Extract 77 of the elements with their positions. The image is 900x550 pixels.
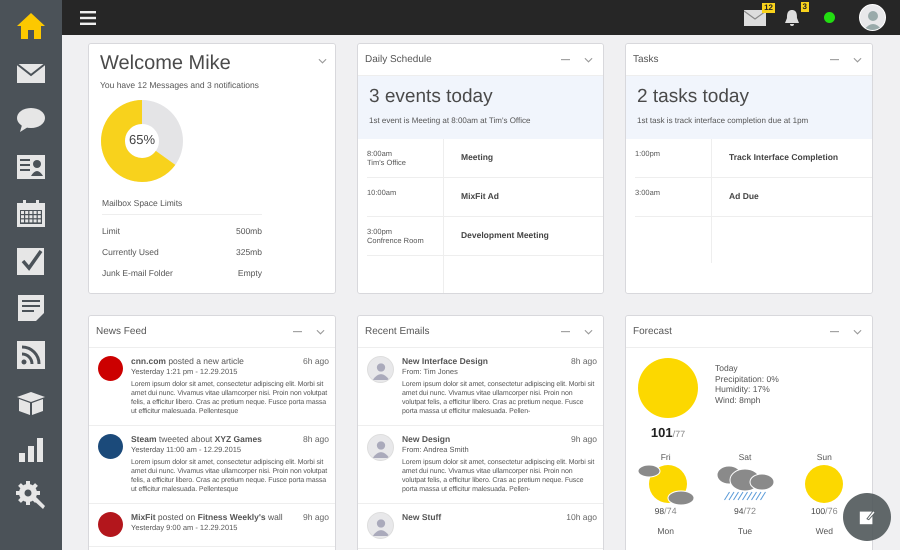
message-count-badge: 12: [762, 2, 775, 12]
rss-nav-item[interactable]: [14, 338, 48, 372]
day-label: Mon: [657, 526, 674, 536]
chevron-down-icon[interactable]: [316, 328, 325, 334]
event-title: Ad Due: [728, 190, 759, 203]
event-title: Track Interface Completion: [728, 151, 838, 164]
summary-headline: 3 events today: [369, 86, 494, 108]
welcome-subtitle: You have 12 Messages and 3 notifications: [99, 79, 260, 92]
day-label: Sat: [738, 452, 752, 462]
high-temperature: 98: [654, 506, 664, 516]
low-temperature: /74: [664, 506, 677, 516]
user-avatar[interactable]: [859, 4, 886, 31]
limit-value: 325mb: [236, 247, 262, 257]
chevron-down-icon[interactable]: [318, 58, 327, 64]
menu-icon[interactable]: [80, 10, 96, 24]
low-temperature: /77: [672, 429, 686, 439]
summary-text: 1st task is track interface completion due at 1pm: [637, 116, 810, 125]
limit-label: Junk E-mail Folder: [102, 268, 173, 278]
day-label: Tue: [738, 526, 752, 536]
minimize-icon[interactable]: [830, 58, 839, 60]
time-ago: 8h ago: [571, 356, 597, 366]
weather-detail: Wind: 8mph: [715, 394, 762, 405]
chevron-down-icon[interactable]: [853, 56, 862, 62]
weather-detail: Precipitation: 0%: [715, 374, 779, 384]
limit-value: Empty: [238, 268, 262, 278]
welcome-title: Welcome Mike: [100, 52, 232, 75]
low-temperature: /76: [825, 506, 838, 516]
weather-detail: Humidity: 17%: [715, 384, 771, 394]
high-temperature: 94: [734, 506, 744, 516]
card-title: Daily Schedule: [365, 54, 433, 65]
chevron-down-icon[interactable]: [584, 328, 593, 334]
weather-detail: Today: [715, 363, 739, 374]
sun-icon: [638, 358, 698, 418]
day-label: Fri: [660, 452, 671, 462]
minimize-icon[interactable]: [830, 330, 839, 332]
high-temperature: 100: [810, 506, 826, 516]
time-ago: 8h ago: [303, 434, 329, 444]
limit-label: Currently Used: [102, 247, 159, 257]
notification-count-badge: 3: [800, 2, 809, 12]
feed-headline: MixFit posted on Fitness Weekly's wall: [131, 512, 283, 522]
time-ago: 10h ago: [566, 512, 597, 522]
sun-behind-clouds-icon: [636, 462, 696, 506]
bell-icon[interactable]: [784, 8, 800, 26]
email-subject[interactable]: New Stuff: [402, 512, 442, 522]
summary-text: 1st event is Meeting at 8:00am at Tim's Office: [369, 116, 532, 125]
sender-avatar: [367, 356, 394, 383]
card-title: News Feed: [96, 326, 148, 337]
feed-headline: Steam tweeted about XYZ Games: [131, 434, 262, 444]
limits-title: Mailbox Space Limits: [102, 198, 262, 215]
chevron-down-icon[interactable]: [584, 56, 593, 62]
card-title: Tasks: [633, 54, 660, 65]
minimize-icon[interactable]: [561, 58, 570, 60]
low-temperature: /72: [743, 506, 756, 516]
limit-value: 500mb: [236, 226, 262, 236]
chevron-down-icon[interactable]: [853, 328, 862, 334]
card-title: Recent Emails: [365, 326, 430, 337]
summary-headline: 2 tasks today: [637, 86, 750, 108]
day-label: Sun: [816, 452, 832, 462]
card-title: Forecast: [633, 326, 673, 337]
feed-headline: cnn.com posted a new article: [131, 356, 244, 366]
time-ago: 6h ago: [303, 356, 329, 366]
event-title: MixFit Ad: [460, 190, 499, 203]
high-temperature: 101: [650, 425, 673, 440]
minimize-icon[interactable]: [561, 330, 570, 332]
sender-avatar: [367, 434, 394, 461]
limit-label: Limit: [102, 226, 120, 236]
event-title: Meeting: [460, 151, 494, 164]
usage-percent: 65%: [128, 132, 156, 147]
time-ago: 9h ago: [571, 434, 597, 444]
time-ago: 9h ago: [303, 512, 329, 522]
mail-icon[interactable]: [744, 10, 766, 26]
minimize-icon[interactable]: [293, 330, 302, 332]
day-label: Wed: [816, 526, 833, 536]
event-title: Development Meeting: [460, 229, 549, 242]
email-subject[interactable]: New Design: [402, 434, 450, 444]
email-subject[interactable]: New Interface Design: [402, 356, 488, 366]
sender-avatar: [367, 512, 394, 539]
